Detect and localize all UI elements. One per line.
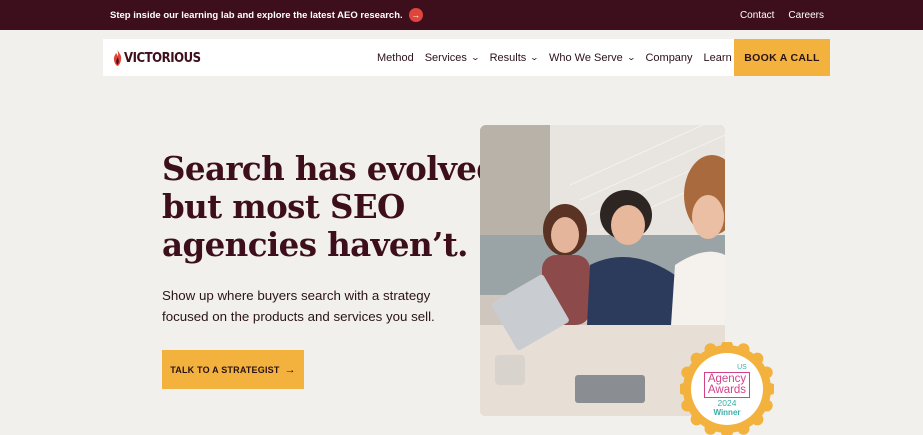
badge-title: Agency Awards	[703, 371, 751, 398]
utility-links: Contact Careers	[740, 0, 824, 30]
chevron-down-icon: ⌄	[470, 53, 480, 62]
victorious-logo[interactable]: VICTORIOUS	[113, 49, 209, 67]
nav-label: Services	[424, 51, 467, 64]
hero-heading-line: but most SEO	[162, 187, 405, 226]
nav-item-services[interactable]: Services ⌄	[424, 51, 480, 64]
chevron-down-icon: ⌄	[529, 53, 540, 62]
announcement-bar: Step inside our learning lab and explore…	[0, 0, 923, 30]
hero-subheading: Show up where buyers search with a strat…	[162, 285, 462, 327]
hero-heading-line: Search has evolved,	[162, 149, 510, 188]
nav-label: Results	[489, 51, 527, 64]
nav-label: Learn	[703, 51, 732, 64]
badge-title-line: Agency	[707, 372, 747, 385]
badge-title-line: Awards	[707, 383, 747, 396]
flame-icon	[113, 50, 122, 66]
hero-heading-line: agencies haven’t.	[162, 225, 468, 264]
chevron-down-icon: ⌄	[626, 53, 636, 62]
announcement-link[interactable]: Step inside our learning lab and explore…	[110, 0, 423, 30]
nav-item-results[interactable]: Results ⌄	[489, 51, 540, 64]
arrow-right-circle-icon[interactable]: →	[408, 8, 423, 22]
badge-label: US Agency Awards 2024 Winner	[680, 342, 774, 435]
agency-awards-badge: US Agency Awards 2024 Winner	[678, 340, 776, 435]
badge-status: Winner	[713, 407, 741, 417]
nav-item-who-we-serve[interactable]: Who We Serve ⌄	[548, 51, 636, 64]
hero-heading: Search has evolved, but most SEO agencie…	[162, 149, 510, 264]
careers-link[interactable]: Careers	[788, 10, 824, 21]
logo-wordmark: VICTORIOUS	[124, 50, 201, 66]
nav-item-method[interactable]: Method	[377, 52, 414, 64]
hero-subheading-line: focused on the products and services you…	[162, 309, 435, 324]
contact-link[interactable]: Contact	[740, 10, 774, 21]
cta-label: TALK TO A STRATEGIST	[170, 364, 280, 375]
hero-subheading-line: Show up where buyers search with a strat…	[162, 288, 431, 303]
nav-item-learn[interactable]: Learn	[704, 52, 732, 64]
main-navigation: VICTORIOUS Method Services ⌄ Results ⌄ Who…	[103, 39, 830, 76]
arrow-right-icon: →	[284, 363, 296, 376]
nav-label: Company	[645, 51, 693, 64]
book-a-call-button[interactable]: BOOK A CALL	[734, 39, 830, 76]
nav-menu: Method Services ⌄ Results ⌄ Who We Serve ⌄ …	[377, 39, 743, 76]
talk-to-strategist-button[interactable]: TALK TO A STRATEGIST →	[162, 350, 304, 389]
announcement-text[interactable]: Step inside our learning lab and explore…	[110, 10, 403, 21]
badge-country: US	[737, 363, 747, 371]
nav-label: Who We Serve	[548, 51, 623, 64]
nav-label: Method	[377, 51, 414, 64]
badge-year: 2024	[717, 397, 737, 408]
nav-item-company[interactable]: Company	[645, 52, 692, 64]
